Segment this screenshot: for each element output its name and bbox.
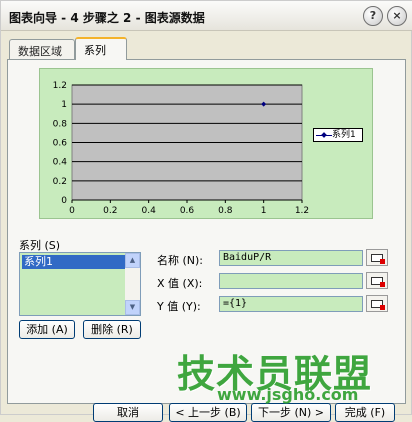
y-tick-label: 0	[61, 196, 67, 206]
y-range-picker-button[interactable]	[366, 295, 388, 312]
delete-series-button[interactable]: 删除 (R)	[83, 320, 141, 339]
name-label: 名称 (N):	[157, 254, 204, 267]
finish-button[interactable]: 完成 (F)	[335, 403, 395, 422]
series-listbox[interactable]: 系列1 ▲ ▼	[19, 252, 141, 316]
close-icon[interactable]: ×	[387, 6, 407, 26]
y-tick-label: 0.2	[53, 177, 67, 187]
y-tick-label: 1	[61, 100, 67, 110]
name-field[interactable]: BaiduP/R	[219, 250, 363, 266]
x-range-picker-button[interactable]	[366, 272, 388, 289]
legend-marker-icon	[316, 131, 332, 139]
help-icon[interactable]: ?	[363, 6, 383, 26]
y-tick-label: 0.4	[53, 158, 68, 168]
range-picker-icon	[371, 254, 385, 264]
y-values-label: Y 值 (Y):	[157, 300, 201, 313]
x-tick-label: 1	[261, 206, 267, 216]
watermark-url: www.jsgho.com	[217, 385, 359, 404]
range-picker-icon	[371, 300, 385, 310]
scrollbar[interactable]: ▲ ▼	[125, 253, 140, 315]
title-bar: 图表向导 - 4 步骤之 2 - 图表源数据 ? ×	[1, 1, 412, 31]
x-tick-label: 0.2	[103, 206, 117, 216]
x-tick-label: 1.2	[295, 206, 309, 216]
y-tick-label: 1.2	[53, 81, 67, 91]
next-button[interactable]: 下一步 (N) >	[251, 403, 331, 422]
name-range-picker-button[interactable]	[366, 249, 388, 266]
cancel-button[interactable]: 取消	[93, 403, 163, 422]
x-tick-label: 0.8	[218, 206, 233, 216]
x-tick-label: 0.4	[142, 206, 157, 216]
y-tick-label: 0.8	[53, 119, 68, 129]
x-tick-label: 0	[69, 206, 75, 216]
scroll-down-icon[interactable]: ▼	[125, 300, 140, 315]
series-list-label: 系列 (S)	[19, 239, 61, 252]
chart-legend: 系列1	[313, 128, 363, 142]
x-values-field[interactable]	[219, 273, 363, 289]
range-picker-icon	[371, 277, 385, 287]
x-tick-label: 0.6	[180, 206, 195, 216]
chart-svg: 0 0.2 0.4 0.6 0.8 1 1.2 0 0.2 0.4 0.6 0.8 1 1.2	[53, 81, 309, 216]
x-values-label: X 值 (X):	[157, 277, 203, 290]
legend-label: 系列1	[332, 130, 356, 140]
window-title: 图表向导 - 4 步骤之 2 - 图表源数据	[9, 11, 205, 25]
back-button[interactable]: < 上一步 (B)	[169, 403, 247, 422]
chart-wizard-dialog: 图表向导 - 4 步骤之 2 - 图表源数据 ? × 数据区域 系列 0 0.2 0…	[0, 0, 412, 422]
y-values-field[interactable]: ={1}	[219, 296, 363, 312]
y-tick-label: 0.6	[53, 139, 68, 149]
chart-preview: 0 0.2 0.4 0.6 0.8 1 1.2 0 0.2 0.4 0.6 0.8 1 1.2	[39, 68, 373, 219]
add-series-button[interactable]: 添加 (A)	[19, 320, 75, 339]
tab-data-range[interactable]: 数据区域	[9, 39, 75, 60]
list-item[interactable]: 系列1	[22, 255, 126, 269]
tab-series[interactable]: 系列	[75, 37, 127, 60]
scroll-up-icon[interactable]: ▲	[125, 253, 140, 268]
